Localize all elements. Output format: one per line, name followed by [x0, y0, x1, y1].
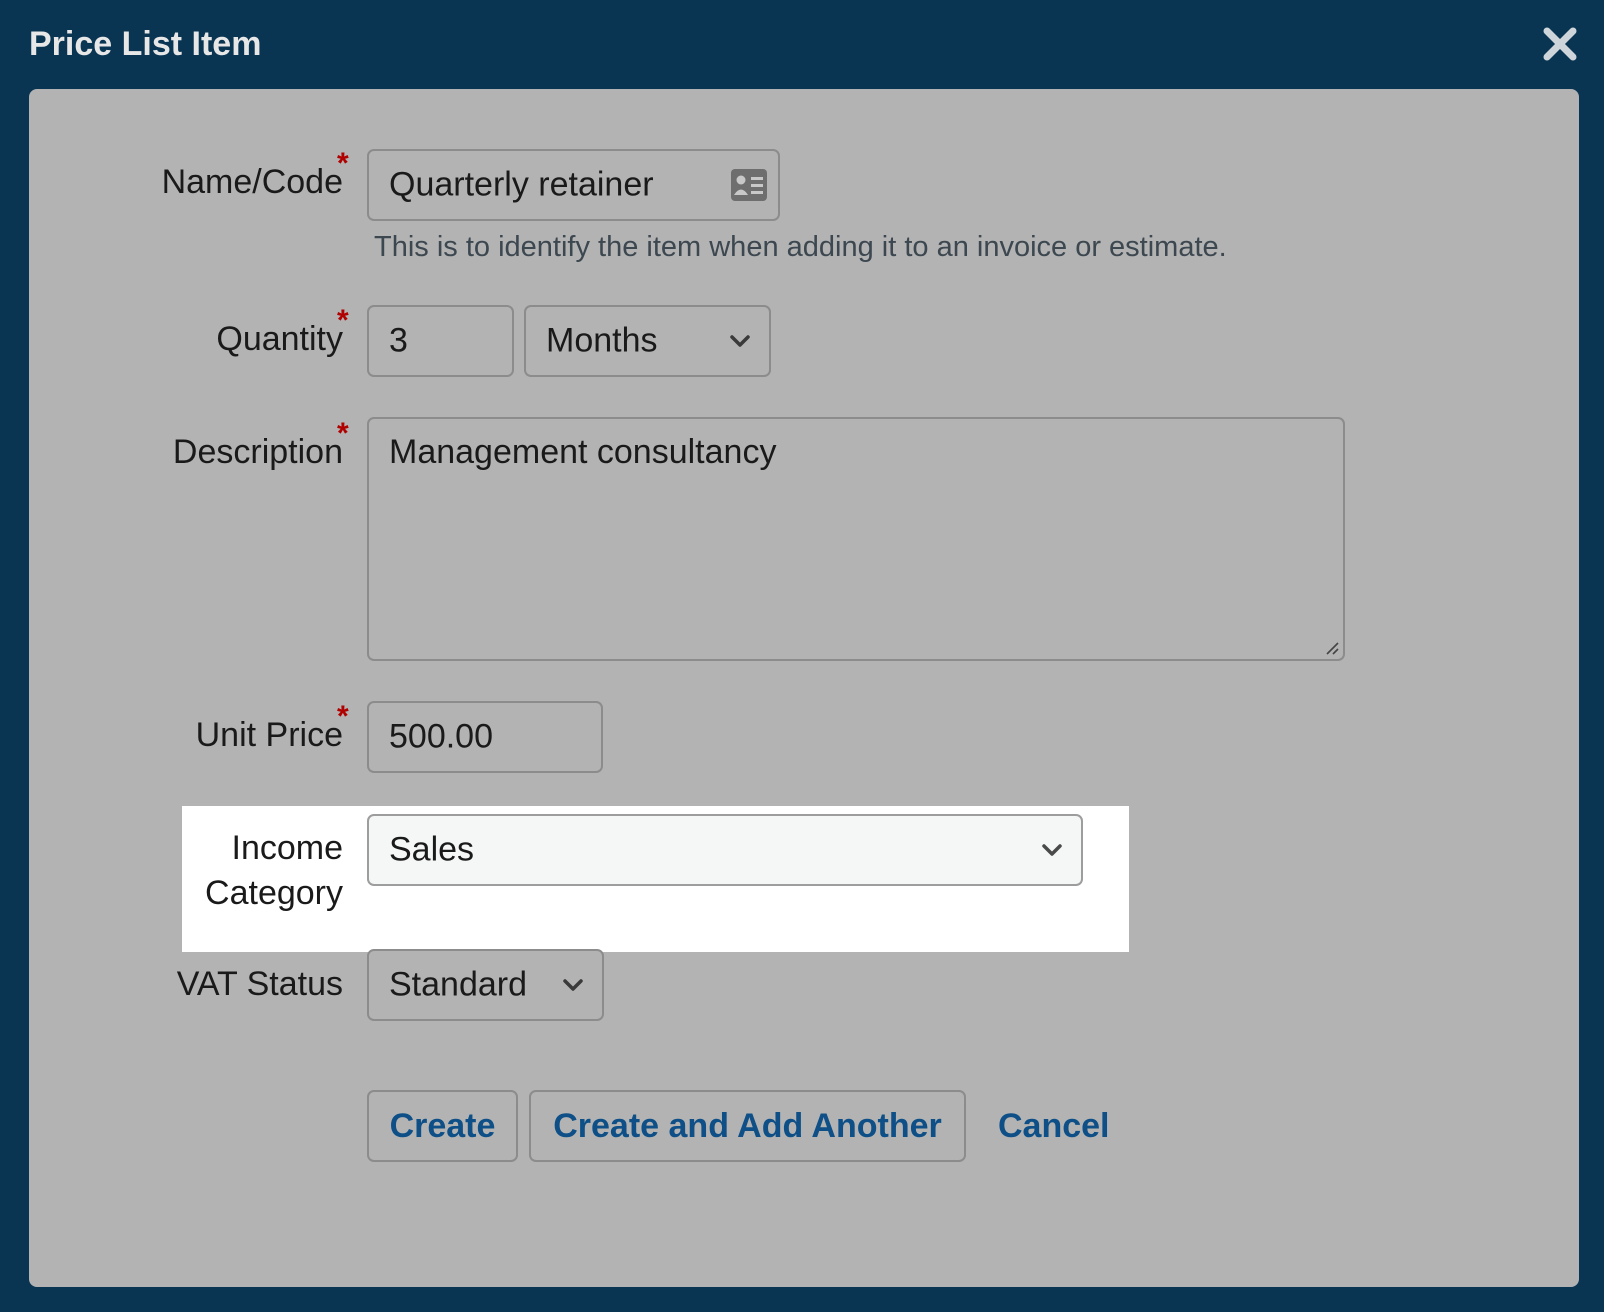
- description-label: Description: [172, 433, 343, 471]
- income-category-label-line1: Income: [231, 829, 344, 867]
- quantity-unit-select[interactable]: Months: [524, 305, 771, 377]
- unit-price-label: Unit Price: [195, 716, 343, 754]
- quantity-label: Quantity: [216, 320, 343, 358]
- required-marker: *: [337, 147, 349, 180]
- vat-status-select[interactable]: Standard: [367, 949, 604, 1021]
- dialog-title: Price List Item: [29, 25, 262, 63]
- cancel-link[interactable]: Cancel: [998, 1103, 1110, 1149]
- income-category-label-line2: Category: [205, 874, 343, 912]
- name-code-input[interactable]: Quarterly retainer: [367, 149, 780, 221]
- contact-card-icon[interactable]: [730, 168, 768, 202]
- create-button[interactable]: Create: [367, 1090, 518, 1162]
- name-code-value: Quarterly retainer: [389, 165, 654, 204]
- vat-status-label: VAT Status: [176, 965, 343, 1003]
- description-textarea[interactable]: Management consultancy: [367, 417, 1345, 661]
- income-category-label: Income Category: [205, 826, 343, 916]
- required-marker: *: [337, 304, 349, 337]
- quantity-value: 3: [389, 321, 408, 360]
- chevron-down-icon: [1042, 844, 1062, 856]
- close-icon: [1543, 27, 1577, 61]
- name-code-help-text: This is to identify the item when adding…: [374, 231, 1227, 263]
- unit-price-value: 500.00: [389, 717, 493, 756]
- price-list-item-dialog: Price List Item Name/Code * Quarterly re…: [0, 0, 1604, 1312]
- chevron-down-icon: [730, 335, 750, 347]
- income-category-value: Sales: [389, 830, 475, 869]
- create-and-add-another-button[interactable]: Create and Add Another: [529, 1090, 966, 1162]
- form-panel: Name/Code * Quarterly retainer This is t…: [29, 89, 1579, 1287]
- income-category-select[interactable]: Sales: [367, 814, 1083, 886]
- vat-status-value: Standard: [389, 965, 527, 1004]
- chevron-down-icon: [563, 979, 583, 991]
- resize-grip-icon[interactable]: [1324, 640, 1340, 656]
- name-code-label: Name/Code: [161, 163, 343, 201]
- quantity-input[interactable]: 3: [367, 305, 514, 377]
- quantity-unit-value: Months: [546, 321, 658, 360]
- required-marker: *: [337, 700, 349, 733]
- close-button[interactable]: [1540, 24, 1580, 64]
- required-marker: *: [337, 417, 349, 450]
- unit-price-input[interactable]: 500.00: [367, 701, 603, 773]
- description-value: Management consultancy: [389, 433, 777, 471]
